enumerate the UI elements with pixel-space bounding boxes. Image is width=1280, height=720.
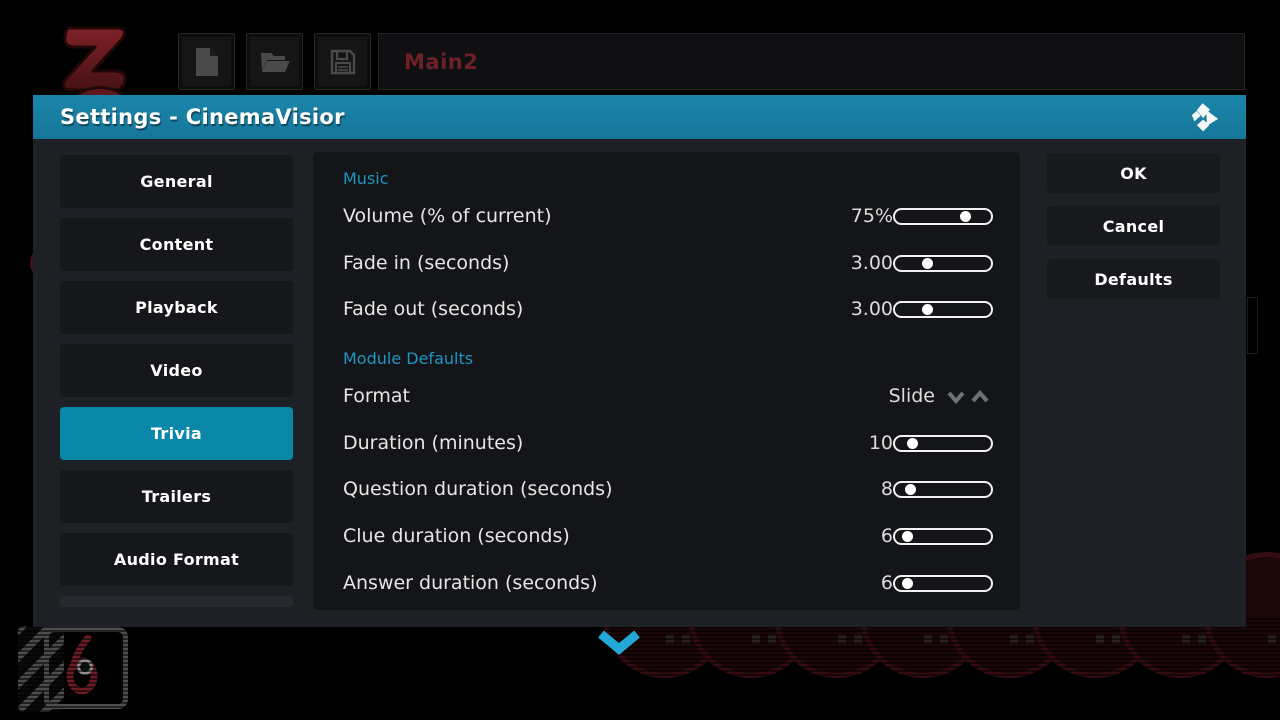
playlist-name-text: Main2 [379,50,478,74]
sidebar-item-label: Trivia [151,424,202,443]
sidebar-item-label: Video [150,361,202,380]
chevron-down-icon[interactable] [945,386,967,408]
setting-label: Volume (% of current) [343,205,552,227]
setting-value: 6 [803,525,893,547]
format-spinner[interactable] [945,386,993,408]
setting-row-answer-duration[interactable]: Answer duration (seconds) 6 [313,564,1020,604]
setting-value: 8 [803,478,893,500]
setting-label: Fade in (seconds) [343,252,509,274]
slider-knob[interactable] [922,304,933,315]
sidebar-item-trailers[interactable]: Trailers [60,470,293,523]
cancel-button[interactable]: Cancel [1047,206,1220,246]
answer-duration-slider[interactable] [893,575,993,592]
setting-row-clue-duration[interactable]: Clue duration (seconds) 6 [313,517,1020,557]
new-file-button[interactable] [178,33,235,90]
dialog-titlebar: Settings - CinemaVisior [33,95,1246,139]
defaults-button-label: Defaults [1094,270,1172,289]
open-folder-icon [259,49,291,75]
settings-dialog: Settings - CinemaVisior General Content … [33,95,1246,627]
setting-row-fade-out[interactable]: Fade out (seconds) 3.00 [313,290,1020,330]
slider-knob[interactable] [960,211,971,222]
setting-label: Duration (minutes) [343,432,523,454]
setting-value: 75% [803,205,893,227]
cancel-button-label: Cancel [1103,217,1165,236]
setting-row-volume[interactable]: Volume (% of current) 75% [313,197,1020,237]
screen: Main2 Settings - CinemaVisior [0,0,1280,720]
zoom-player-logo [55,24,135,94]
setting-label: Answer duration (seconds) [343,572,598,594]
sidebar-item-video[interactable]: Video [60,344,293,397]
setting-label: Format [343,385,410,407]
ok-button[interactable]: OK [1047,153,1220,193]
setting-label: Clue duration (seconds) [343,525,570,547]
chevron-up-icon[interactable] [969,386,991,408]
setting-value: 3.00 [803,252,893,274]
slider-knob[interactable] [902,578,913,589]
setting-value: 3.00 [803,298,893,320]
setting-label: Fade out (seconds) [343,298,523,320]
sidebar-item-label: Trailers [142,487,211,506]
eye-dot-art [77,659,93,675]
sidebar-item-label: Playback [135,298,218,317]
scroll-down-indicator[interactable] [596,630,642,656]
sidebar-item-label: General [140,172,213,191]
new-file-icon [194,47,220,77]
settings-panel: Music Volume (% of current) 75% Fade in … [313,152,1020,610]
save-icon [329,48,357,76]
setting-label: Question duration (seconds) [343,478,613,500]
sidebar-item-label: Audio Format [114,550,239,569]
setting-row-format[interactable]: Format Slide [313,377,1020,417]
setting-row-question-duration[interactable]: Question duration (seconds) 8 [313,470,1020,510]
open-folder-button[interactable] [246,33,303,90]
clue-duration-slider[interactable] [893,528,993,545]
sidebar-item-label: Content [140,235,214,254]
ok-button-label: OK [1120,164,1147,183]
film-reel-dashes [640,634,1280,644]
setting-row-fade-in[interactable]: Fade in (seconds) 3.00 [313,244,1020,284]
sidebar-item-partial[interactable] [60,596,293,607]
defaults-button[interactable]: Defaults [1047,259,1220,299]
slider-knob[interactable] [922,258,933,269]
playlist-name-field[interactable]: Main2 [378,33,1245,90]
setting-value: 6 [803,572,893,594]
sidebar-item-general[interactable]: General [60,155,293,208]
slider-knob[interactable] [902,531,913,542]
sidebar-item-playback[interactable]: Playback [60,281,293,334]
question-duration-slider[interactable] [893,481,993,498]
setting-value: Slide [889,385,935,407]
section-header-module-defaults: Module Defaults [343,349,473,369]
setting-value: 10 [803,432,893,454]
sidebar-item-content[interactable]: Content [60,218,293,271]
dialog-title: Settings - CinemaVisior [33,105,345,129]
fade-out-slider[interactable] [893,301,993,318]
setting-row-duration[interactable]: Duration (minutes) 10 [313,424,1020,464]
duration-slider[interactable] [893,435,993,452]
kodi-logo-icon [1190,102,1220,132]
volume-slider[interactable] [893,208,993,225]
section-header-music: Music [343,169,389,189]
background-art-box [1247,297,1258,354]
sidebar-item-audio-format[interactable]: Audio Format [60,533,293,586]
sidebar-item-trivia[interactable]: Trivia [60,407,293,460]
slider-knob[interactable] [907,438,918,449]
save-button-toolbar[interactable] [314,33,371,90]
fade-in-slider[interactable] [893,255,993,272]
slider-knob[interactable] [905,484,916,495]
